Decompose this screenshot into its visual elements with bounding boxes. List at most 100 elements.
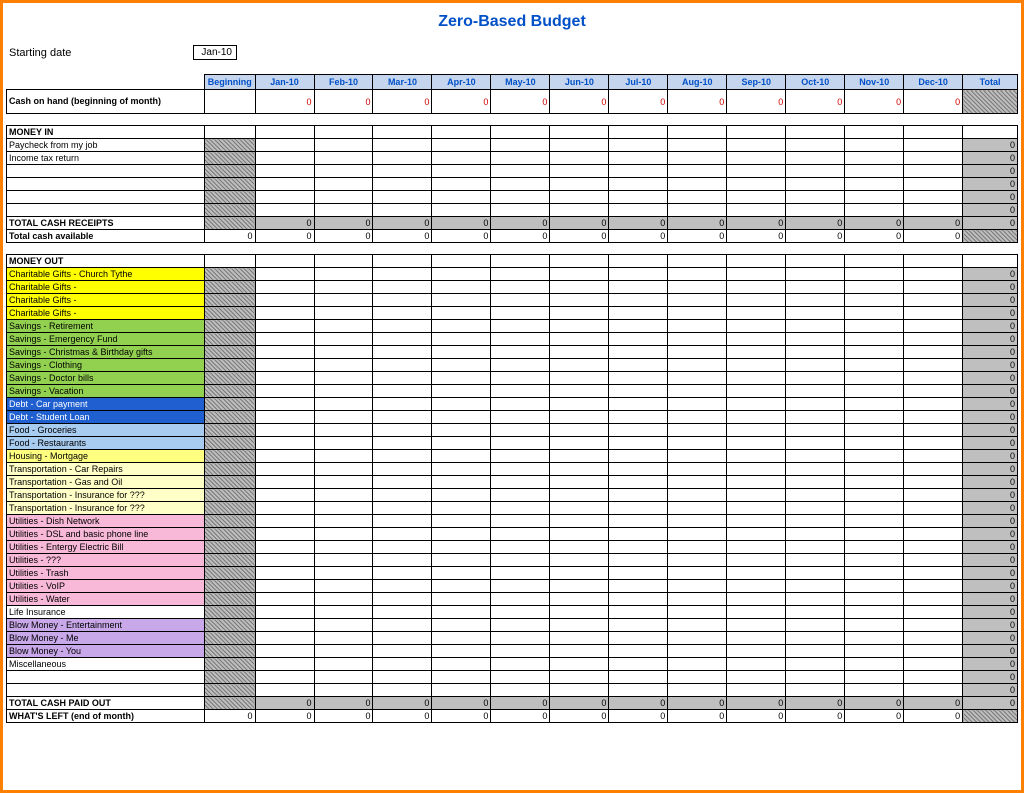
cell[interactable] (904, 294, 963, 307)
cell[interactable] (550, 580, 609, 593)
cell[interactable] (845, 606, 904, 619)
cell[interactable] (904, 204, 963, 217)
cell[interactable] (845, 320, 904, 333)
cell[interactable] (432, 398, 491, 411)
cell[interactable] (373, 463, 432, 476)
cell[interactable] (668, 593, 727, 606)
cell[interactable] (491, 398, 550, 411)
cell[interactable] (550, 204, 609, 217)
cell[interactable] (314, 463, 373, 476)
cell[interactable] (609, 165, 668, 178)
cell[interactable] (668, 567, 727, 580)
cell[interactable] (314, 294, 373, 307)
cell[interactable] (904, 580, 963, 593)
cell[interactable] (904, 139, 963, 152)
cell[interactable] (373, 619, 432, 632)
cell[interactable] (904, 268, 963, 281)
cell[interactable] (491, 515, 550, 528)
cell[interactable] (609, 372, 668, 385)
cell[interactable] (668, 165, 727, 178)
cell[interactable] (609, 191, 668, 204)
cell[interactable] (204, 671, 255, 684)
cell[interactable] (845, 476, 904, 489)
cell[interactable] (845, 411, 904, 424)
cell[interactable] (550, 294, 609, 307)
cell[interactable] (491, 658, 550, 671)
cell[interactable] (373, 152, 432, 165)
cell[interactable] (550, 476, 609, 489)
cell[interactable] (609, 541, 668, 554)
cell[interactable] (255, 541, 314, 554)
cell[interactable]: 0 (550, 90, 609, 114)
cell[interactable] (204, 554, 255, 567)
cell[interactable]: 0 (786, 710, 845, 723)
cell[interactable] (786, 632, 845, 645)
cell[interactable] (786, 437, 845, 450)
cell[interactable] (255, 658, 314, 671)
cell[interactable] (904, 567, 963, 580)
cell[interactable] (255, 567, 314, 580)
cell[interactable] (204, 489, 255, 502)
cell[interactable] (668, 658, 727, 671)
cell[interactable]: Transportation - Gas and Oil (7, 476, 205, 489)
cell[interactable] (727, 281, 786, 294)
cell[interactable] (373, 359, 432, 372)
cell[interactable] (668, 619, 727, 632)
cell[interactable]: 0 (550, 697, 609, 710)
cell[interactable]: Food - Restaurants (7, 437, 205, 450)
cell[interactable] (727, 424, 786, 437)
cell[interactable] (255, 632, 314, 645)
cell[interactable] (491, 139, 550, 152)
cell[interactable]: Charitable Gifts - Church Tythe (7, 268, 205, 281)
cell[interactable] (255, 398, 314, 411)
cell[interactable] (845, 359, 904, 372)
cell[interactable] (255, 645, 314, 658)
cell[interactable] (904, 489, 963, 502)
cell[interactable] (204, 450, 255, 463)
cell[interactable] (786, 294, 845, 307)
cell[interactable]: Savings - Doctor bills (7, 372, 205, 385)
cell[interactable] (373, 281, 432, 294)
cell[interactable] (491, 307, 550, 320)
cell[interactable]: Utilities - DSL and basic phone line (7, 528, 205, 541)
cell[interactable]: 0 (963, 346, 1018, 359)
cell[interactable]: 0 (845, 90, 904, 114)
cell[interactable] (786, 398, 845, 411)
cell[interactable] (204, 178, 255, 191)
cell[interactable] (904, 645, 963, 658)
cell[interactable] (314, 165, 373, 178)
cell[interactable] (255, 165, 314, 178)
cell[interactable] (432, 567, 491, 580)
cell[interactable] (491, 346, 550, 359)
cell[interactable] (727, 619, 786, 632)
cell[interactable] (204, 411, 255, 424)
cell[interactable]: 0 (845, 710, 904, 723)
cell[interactable] (845, 554, 904, 567)
cell[interactable] (550, 320, 609, 333)
cell[interactable] (314, 528, 373, 541)
cell[interactable] (314, 372, 373, 385)
cell[interactable] (314, 515, 373, 528)
cell[interactable]: 0 (963, 593, 1018, 606)
cell[interactable] (845, 372, 904, 385)
cell[interactable]: 0 (963, 619, 1018, 632)
cell[interactable]: 0 (963, 645, 1018, 658)
cell[interactable] (491, 424, 550, 437)
cell[interactable] (904, 437, 963, 450)
cell[interactable] (432, 515, 491, 528)
cell[interactable]: Income tax return (7, 152, 205, 165)
cell[interactable] (668, 411, 727, 424)
cell[interactable] (904, 320, 963, 333)
cell[interactable] (550, 632, 609, 645)
cell[interactable]: 0 (491, 90, 550, 114)
cell[interactable] (904, 463, 963, 476)
cell[interactable]: Blow Money - You (7, 645, 205, 658)
cell[interactable] (550, 255, 609, 268)
cell[interactable] (550, 554, 609, 567)
cell[interactable] (314, 593, 373, 606)
cell[interactable]: 0 (963, 411, 1018, 424)
cell[interactable] (491, 152, 550, 165)
cell[interactable]: Housing - Mortgage (7, 450, 205, 463)
cell[interactable] (255, 528, 314, 541)
cell[interactable] (668, 554, 727, 567)
